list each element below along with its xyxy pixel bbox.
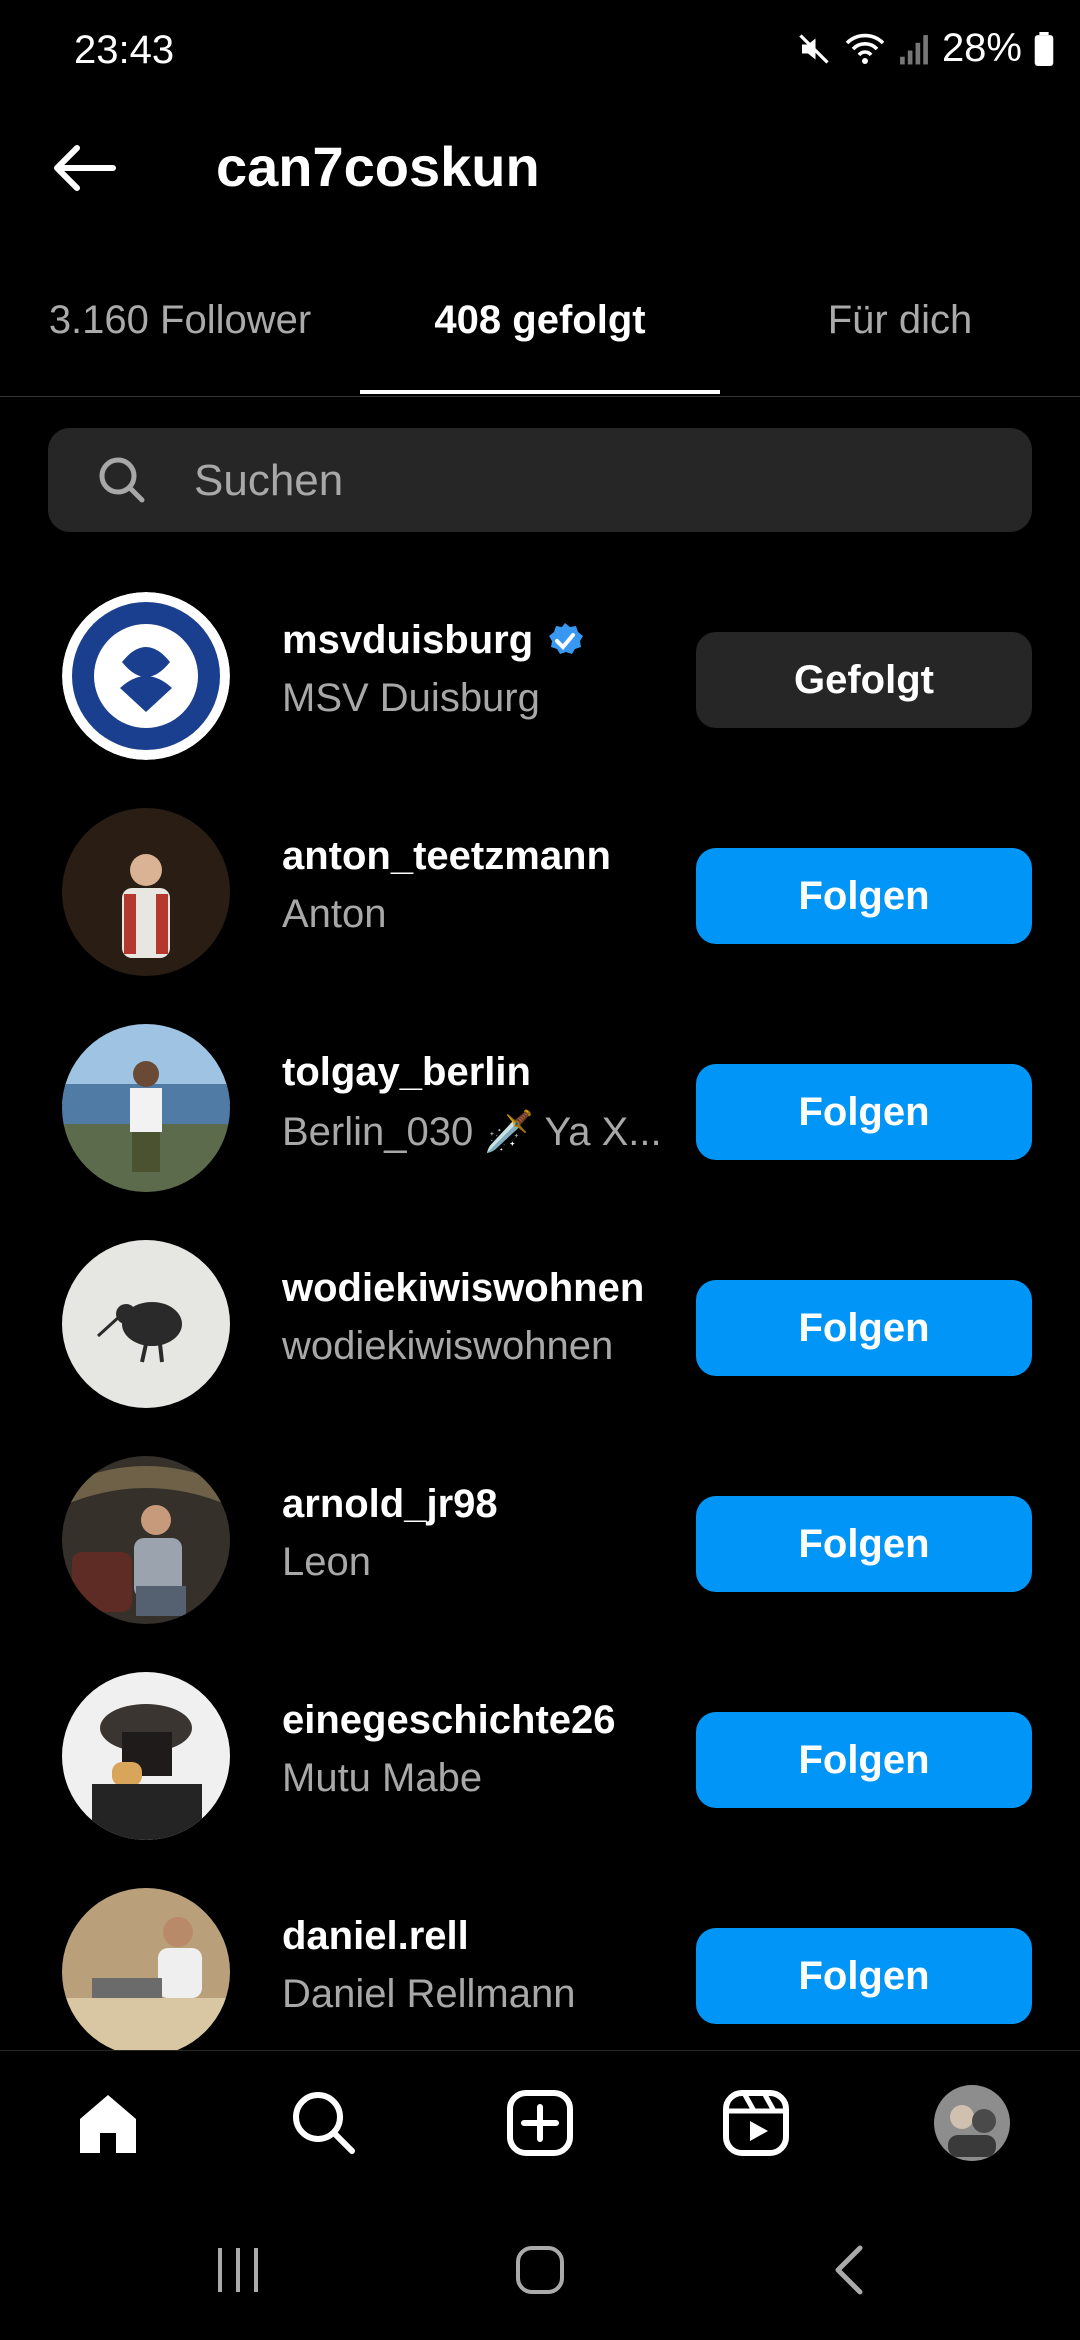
mute-icon bbox=[799, 33, 829, 64]
follow-button[interactable]: Folgen bbox=[696, 1928, 1032, 2024]
nav-search[interactable] bbox=[284, 2083, 364, 2163]
status-icons: 28% bbox=[796, 26, 1054, 71]
system-navigation-bar bbox=[0, 2200, 1080, 2340]
recent-apps-icon[interactable] bbox=[212, 2244, 264, 2296]
search-box bbox=[48, 428, 1032, 534]
follow-button[interactable]: Folgen bbox=[696, 1280, 1032, 1376]
display-name: Mutu Mabe bbox=[282, 1756, 483, 1800]
username-text: wodiekiwiswohnen bbox=[282, 1266, 645, 1310]
avatar[interactable] bbox=[62, 1024, 230, 1192]
display-name: MSV Duisburg bbox=[282, 676, 540, 720]
list-item[interactable]: arnold_jr98 Leon Folgen bbox=[0, 1434, 1080, 1650]
profile-photo bbox=[62, 808, 230, 976]
list-item[interactable]: tolgay_berlin Berlin_030 🗡️ Ya X... Folg… bbox=[0, 1002, 1080, 1218]
avatar[interactable] bbox=[62, 1672, 230, 1840]
profile-photo bbox=[62, 1888, 230, 2050]
username-text: tolgay_berlin bbox=[282, 1050, 531, 1094]
page-title: can7coskun bbox=[216, 135, 540, 198]
status-time: 23:43 bbox=[74, 28, 175, 72]
username-text: anton_teetzmann bbox=[282, 834, 611, 878]
username-text: msvduisburg bbox=[282, 618, 534, 662]
search-input[interactable] bbox=[192, 428, 996, 534]
display-name: wodiekiwiswohnen bbox=[282, 1324, 614, 1368]
username: wodiekiwiswohnen bbox=[282, 1266, 644, 1311]
home-button-icon[interactable] bbox=[514, 2244, 566, 2296]
follow-button[interactable]: Folgen bbox=[696, 1712, 1032, 1808]
tab-bar: 3.160 Follower 408 gefolgt Für dich bbox=[0, 268, 1080, 397]
username: einegeschichte26 bbox=[282, 1698, 616, 1743]
status-bar: 23:43 28% bbox=[0, 0, 1080, 104]
follow-button[interactable]: Folgen bbox=[696, 848, 1032, 944]
reels-icon bbox=[723, 2090, 789, 2156]
tab-following[interactable]: 408 gefolgt bbox=[360, 298, 720, 343]
signal-icon bbox=[900, 34, 928, 64]
kiwi-bird-icon bbox=[62, 1240, 230, 1408]
list-item[interactable]: wodiekiwiswohnen wodiekiwiswohnen Folgen bbox=[0, 1218, 1080, 1434]
username: arnold_jr98 bbox=[282, 1482, 498, 1527]
tab-for-you[interactable]: Für dich bbox=[720, 298, 1080, 343]
username-text: arnold_jr98 bbox=[282, 1482, 498, 1526]
search-icon bbox=[293, 2092, 355, 2154]
profile-avatar bbox=[934, 2085, 1010, 2161]
bottom-navigation bbox=[0, 2050, 1080, 2201]
display-name: Berlin_030 🗡️ Ya X... bbox=[282, 1110, 662, 1154]
back-button-icon[interactable] bbox=[824, 2244, 876, 2296]
create-icon bbox=[507, 2090, 573, 2156]
username-text: einegeschichte26 bbox=[282, 1698, 616, 1742]
battery-percent: 28% bbox=[941, 26, 1022, 70]
wifi-icon bbox=[845, 33, 885, 64]
following-button[interactable]: Gefolgt bbox=[696, 632, 1032, 728]
display-name: Leon bbox=[282, 1540, 371, 1584]
username: anton_teetzmann bbox=[282, 834, 611, 879]
display-name: Daniel Rellmann bbox=[282, 1972, 576, 2016]
avatar[interactable] bbox=[62, 1240, 230, 1408]
avatar[interactable] bbox=[62, 1456, 230, 1624]
display-name: Anton bbox=[282, 892, 387, 936]
username: msvduisburg bbox=[282, 618, 585, 663]
profile-photo bbox=[62, 1024, 230, 1192]
search-icon bbox=[99, 457, 145, 503]
follow-button[interactable]: Folgen bbox=[696, 1064, 1032, 1160]
back-button[interactable] bbox=[46, 138, 122, 198]
nav-create[interactable] bbox=[500, 2083, 580, 2163]
list-item[interactable]: einegeschichte26 Mutu Mabe Folgen bbox=[0, 1650, 1080, 1866]
back-arrow-icon bbox=[54, 145, 116, 191]
username-text: daniel.rell bbox=[282, 1914, 469, 1958]
header: can7coskun bbox=[0, 104, 1080, 224]
profile-photo bbox=[62, 1456, 230, 1624]
msv-logo-icon bbox=[62, 592, 230, 760]
battery-icon bbox=[1034, 31, 1054, 66]
username: daniel.rell bbox=[282, 1914, 469, 1959]
active-tab-indicator bbox=[360, 390, 720, 394]
verified-badge-icon bbox=[549, 622, 584, 654]
username: tolgay_berlin bbox=[282, 1050, 531, 1095]
nav-profile[interactable] bbox=[932, 2083, 1012, 2163]
list-item[interactable]: daniel.rell Daniel Rellmann Folgen bbox=[0, 1866, 1080, 2050]
list-item[interactable]: msvduisburg MSV Duisburg Gefolgt bbox=[0, 570, 1080, 786]
following-list: msvduisburg MSV Duisburg Gefolgt anton_t… bbox=[0, 570, 1080, 2050]
follow-button[interactable]: Folgen bbox=[696, 1496, 1032, 1592]
avatar[interactable] bbox=[62, 592, 230, 760]
nav-reels[interactable] bbox=[716, 2083, 796, 2163]
home-icon bbox=[80, 2095, 136, 2153]
list-item[interactable]: anton_teetzmann Anton Folgen bbox=[0, 786, 1080, 1002]
avatar[interactable] bbox=[62, 808, 230, 976]
profile-photo bbox=[62, 1672, 230, 1840]
avatar[interactable] bbox=[62, 1888, 230, 2050]
nav-home[interactable] bbox=[68, 2083, 148, 2163]
tab-followers[interactable]: 3.160 Follower bbox=[0, 298, 360, 343]
